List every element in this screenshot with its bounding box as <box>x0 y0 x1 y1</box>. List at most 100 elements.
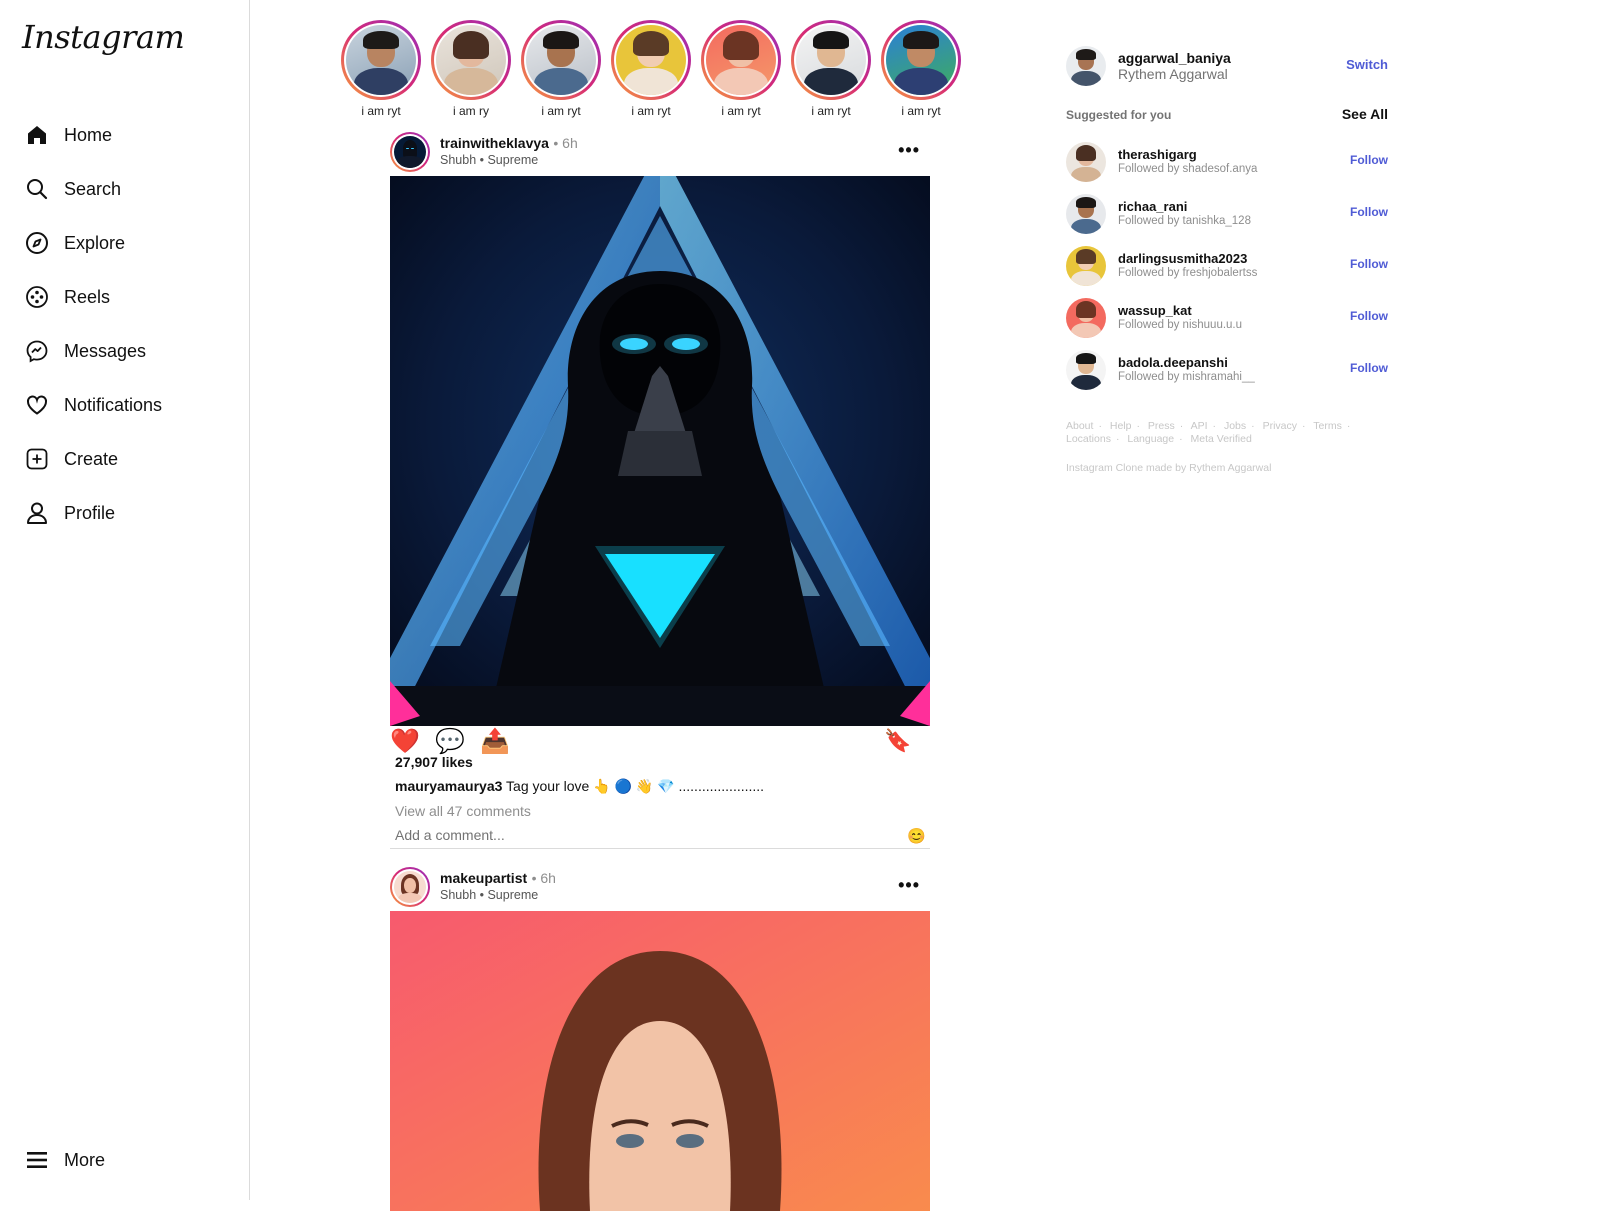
comment-box: 😊 <box>390 827 930 849</box>
post: trainwitheklavya • 6h Shubh • Supreme ••… <box>390 128 930 849</box>
follow-button[interactable]: Follow <box>1350 257 1388 271</box>
compass-icon <box>24 230 50 256</box>
follow-button[interactable]: Follow <box>1350 361 1388 375</box>
home-icon <box>24 122 50 148</box>
suggestion-avatar[interactable] <box>1066 142 1106 182</box>
save-button[interactable]: 🔖 <box>883 726 913 756</box>
nav-item-explore[interactable]: Explore <box>0 216 250 270</box>
post-image[interactable] <box>390 176 930 726</box>
like-button[interactable]: ❤️ <box>390 726 420 756</box>
comment-button[interactable]: 💬 <box>435 726 465 756</box>
post-options-button[interactable]: ••• <box>898 140 920 161</box>
story-item[interactable]: i am ry <box>430 20 512 120</box>
story-avatar <box>526 25 596 95</box>
comment-input[interactable] <box>395 827 875 843</box>
switch-account-button[interactable]: Switch <box>1346 57 1388 72</box>
footer-link-privacy[interactable]: Privacy <box>1263 420 1297 432</box>
likes-count[interactable]: 27,907 likes <box>395 754 930 770</box>
nav-label: Explore <box>64 232 126 253</box>
post-subtitle[interactable]: Shubh • Supreme <box>440 152 578 169</box>
footer-link-meta-verified[interactable]: Meta Verified <box>1191 433 1252 445</box>
nav-label: Home <box>64 124 113 145</box>
story-item[interactable]: i am ryt <box>700 20 782 120</box>
heart-icon <box>24 392 50 418</box>
view-comments-link[interactable]: View all 47 comments <box>395 803 930 819</box>
story-name: i am ryt <box>721 104 761 118</box>
suggestion-username[interactable]: wassup_kat <box>1118 304 1242 318</box>
suggestion-username[interactable]: therashigarg <box>1118 148 1257 162</box>
nav-item-search[interactable]: Search <box>0 162 250 216</box>
nav-item-profile[interactable]: Profile <box>0 486 250 540</box>
footer-link-help[interactable]: Help <box>1110 420 1132 432</box>
story-item[interactable]: i am ryt <box>340 20 422 120</box>
suggestion-item: therashigarg Followed by shadesof.anya F… <box>1066 136 1388 188</box>
footer-credit: Instagram Clone made by Rythem Aggarwal <box>1066 462 1272 474</box>
story-item[interactable]: i am ryt <box>610 20 692 120</box>
story-name: i am ryt <box>811 104 851 118</box>
post-options-button[interactable]: ••• <box>898 875 920 896</box>
stories-bar: i am ryt i am ry i am ryt i am ryt i am … <box>340 20 970 120</box>
story-avatar <box>436 25 506 95</box>
share-button[interactable]: 📤 <box>480 726 510 756</box>
post-username[interactable]: trainwitheklavya <box>440 135 549 151</box>
post-image[interactable] <box>390 911 930 1211</box>
instagram-logo[interactable]: Instagram <box>22 18 185 56</box>
nav-item-create[interactable]: Create <box>0 432 250 486</box>
current-username[interactable]: aggarwal_baniya <box>1118 50 1231 66</box>
follow-button[interactable]: Follow <box>1350 309 1388 323</box>
suggestion-followed-by: Followed by shadesof.anya <box>1118 163 1258 175</box>
post-avatar[interactable] <box>390 132 430 172</box>
story-avatar <box>346 25 416 95</box>
suggestion-item: richaa_rani Followed by tanishka_128 Fol… <box>1066 188 1388 240</box>
follow-button[interactable]: Follow <box>1350 205 1388 219</box>
post-subtitle[interactable]: Shubh • Supreme <box>440 887 556 904</box>
caption-username[interactable]: mauryamaurya3 <box>395 778 502 794</box>
story-avatar <box>796 25 866 95</box>
nav-item-messages[interactable]: Messages <box>0 324 250 378</box>
nav-label: Reels <box>64 286 111 307</box>
footer-link-language[interactable]: Language <box>1127 433 1174 445</box>
post-username[interactable]: makeupartist <box>440 870 527 886</box>
footer-link-jobs[interactable]: Jobs <box>1224 420 1246 432</box>
nav-menu: Home Search Explore Reels Messages Notif… <box>0 108 250 540</box>
suggestion-avatar[interactable] <box>1066 298 1106 338</box>
suggestion-username[interactable]: badola.deepanshi <box>1118 356 1255 370</box>
story-avatar <box>886 25 956 95</box>
suggestion-avatar[interactable] <box>1066 194 1106 234</box>
footer-link-terms[interactable]: Terms <box>1313 420 1342 432</box>
story-item[interactable]: i am ryt <box>790 20 872 120</box>
nav-item-more[interactable]: More <box>0 1133 105 1187</box>
footer-link-locations[interactable]: Locations <box>1066 433 1111 445</box>
nav-item-notifications[interactable]: Notifications <box>0 378 250 432</box>
post-avatar[interactable] <box>390 867 430 907</box>
plus-square-icon <box>24 446 50 472</box>
nav-item-home[interactable]: Home <box>0 108 250 162</box>
nav-item-reels[interactable]: Reels <box>0 270 250 324</box>
current-user-avatar[interactable] <box>1066 46 1106 86</box>
suggestion-username[interactable]: richaa_rani <box>1118 200 1251 214</box>
sidebar: Instagram Home Search Explore Reels Mess… <box>0 0 250 1200</box>
story-name: i am ryt <box>541 104 581 118</box>
story-item[interactable]: i am ryt <box>880 20 962 120</box>
emoji-picker-button[interactable]: 😊 <box>907 827 926 845</box>
story-name: i am ry <box>453 104 489 118</box>
nav-label: Search <box>64 178 122 199</box>
story-name: i am ryt <box>361 104 401 118</box>
post-actions: ❤️ 💬 📤 🔖 <box>390 726 930 756</box>
footer-link-press[interactable]: Press <box>1148 420 1175 432</box>
footer-links: About · Help · Press · API · Jobs · Privacy · … <box>1066 420 1351 445</box>
hamburger-icon <box>24 1147 50 1173</box>
story-item[interactable]: i am ryt <box>520 20 602 120</box>
suggestion-avatar[interactable] <box>1066 246 1106 286</box>
right-panel: aggarwal_baniya Rythem Aggarwal Switch S… <box>1066 44 1388 474</box>
reels-icon <box>24 284 50 310</box>
see-all-button[interactable]: See All <box>1342 106 1388 122</box>
suggestion-avatar[interactable] <box>1066 350 1106 390</box>
post-header: trainwitheklavya • 6h Shubh • Supreme ••… <box>390 128 930 176</box>
footer-link-api[interactable]: API <box>1191 420 1208 432</box>
nav-label: Create <box>64 448 119 469</box>
follow-button[interactable]: Follow <box>1350 153 1388 167</box>
nav-label: Messages <box>64 340 147 361</box>
footer-link-about[interactable]: About <box>1066 420 1093 432</box>
suggestion-username[interactable]: darlingsusmitha2023 <box>1118 252 1257 266</box>
